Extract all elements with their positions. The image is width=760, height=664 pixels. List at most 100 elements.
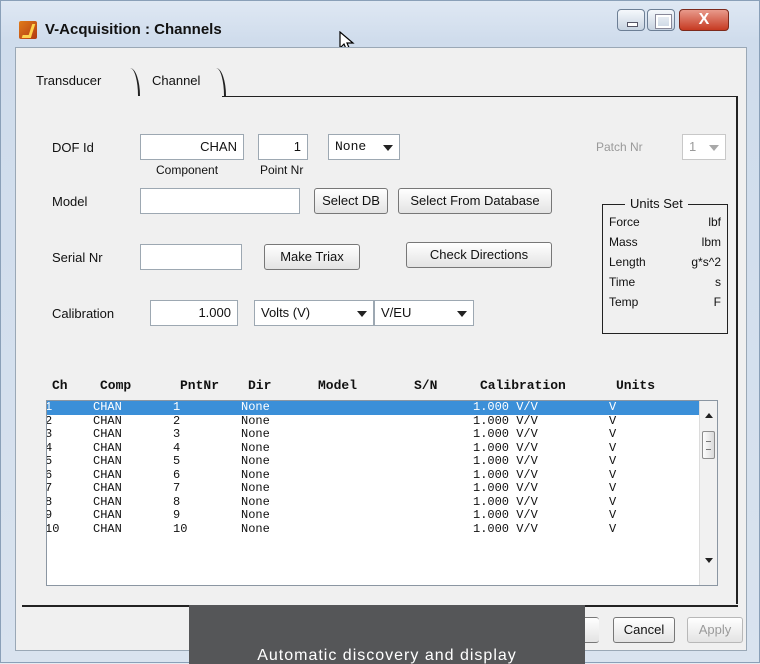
cell-pntnr: 1 bbox=[173, 400, 181, 414]
apply-button[interactable]: Apply bbox=[687, 617, 743, 643]
cancel-button[interactable]: Cancel bbox=[613, 617, 675, 643]
chevron-down-icon bbox=[709, 145, 719, 151]
volts-dropdown[interactable]: Volts (V) bbox=[254, 300, 374, 326]
cell-calibration: 1.000 V/V bbox=[473, 400, 538, 414]
cell-ch: 10 bbox=[46, 521, 60, 536]
units-row-temp: Temp F bbox=[609, 295, 721, 313]
table-row[interactable]: 8 CHAN 8 None 1.000 V/V V bbox=[47, 495, 717, 510]
cell-calibration: 1.000 V/V bbox=[473, 467, 538, 482]
calibration-field[interactable]: 1.000 bbox=[150, 300, 238, 326]
cell-pntnr: 9 bbox=[173, 508, 181, 522]
cell-dir: None bbox=[241, 413, 270, 428]
table-row[interactable]: 7 CHAN 7 None 1.000 V/V V bbox=[47, 482, 717, 496]
header-pntnr: PntNr bbox=[180, 378, 220, 393]
tab-panel-top-border bbox=[222, 96, 738, 97]
scroll-thumb[interactable] bbox=[702, 431, 715, 459]
unit-quantity: Time bbox=[609, 275, 636, 289]
cell-units: V bbox=[609, 454, 617, 468]
table-row[interactable]: 4 CHAN 4 None 1.000 V/V V bbox=[47, 440, 717, 456]
component-field[interactable]: CHAN bbox=[140, 134, 244, 160]
cell-dir: None bbox=[241, 467, 270, 482]
unit-quantity: Length bbox=[609, 255, 646, 269]
cell-dir: None bbox=[241, 481, 270, 495]
title-bar[interactable]: V-Acquisition : Channels X bbox=[1, 1, 760, 52]
cell-comp: CHAN bbox=[93, 481, 122, 495]
cell-calibration: 1.000 V/V bbox=[473, 481, 538, 495]
unit-quantity: Temp bbox=[609, 295, 639, 309]
direction-value: None bbox=[335, 139, 367, 154]
cell-units: V bbox=[609, 413, 617, 428]
cell-pntnr: 6 bbox=[173, 467, 181, 482]
chevron-down-icon bbox=[357, 311, 367, 317]
units-set-title: Units Set bbox=[625, 196, 688, 211]
table-row[interactable]: 9 CHAN 9 None 1.000 V/V V bbox=[47, 509, 717, 523]
unit-value: g*s^2 bbox=[691, 255, 721, 269]
window-title: V-Acquisition : Channels bbox=[45, 21, 222, 38]
header-sn: S/N bbox=[414, 378, 438, 393]
unit-quantity: Mass bbox=[609, 235, 638, 249]
header-model: Model bbox=[318, 378, 358, 393]
cell-ch: 9 bbox=[47, 509, 52, 522]
direction-dropdown[interactable]: None bbox=[328, 134, 400, 160]
header-dir: Dir bbox=[248, 378, 272, 393]
component-caption: Component bbox=[156, 163, 219, 177]
dof-id-label: DOF Id bbox=[52, 140, 94, 155]
cell-calibration: 1.000 V/V bbox=[473, 521, 538, 536]
cell-dir: None bbox=[241, 400, 270, 414]
check-directions-button[interactable]: Check Directions bbox=[406, 242, 552, 268]
select-db-button[interactable]: Select DB bbox=[314, 188, 388, 214]
veu-value: V/EU bbox=[381, 305, 412, 320]
maximize-button[interactable] bbox=[647, 9, 675, 31]
units-row-mass: Mass lbm bbox=[609, 235, 721, 253]
cell-pntnr: 5 bbox=[173, 454, 181, 468]
header-units: Units bbox=[616, 378, 656, 393]
channel-list[interactable]: 1 CHAN 1 None 1.000 V/V V 2 CHAN 2 None 1.000 V/V V… bbox=[46, 400, 718, 586]
table-row[interactable]: 6 CHAN 6 None 1.000 V/V V bbox=[47, 467, 717, 483]
cell-comp: CHAN bbox=[93, 440, 122, 455]
cell-calibration: 1.000 V/V bbox=[473, 454, 538, 468]
list-scrollbar[interactable] bbox=[699, 401, 717, 585]
close-button[interactable]: X bbox=[679, 9, 729, 31]
tab-channel[interactable]: Channel bbox=[144, 68, 226, 96]
serial-nr-field[interactable] bbox=[140, 244, 242, 270]
tab-panel-right-border bbox=[736, 96, 738, 604]
cell-units: V bbox=[609, 521, 617, 536]
cell-dir: None bbox=[241, 454, 270, 468]
cell-pntnr: 7 bbox=[173, 481, 181, 495]
table-row[interactable]: 5 CHAN 5 None 1.000 V/V V bbox=[47, 455, 717, 469]
cell-calibration: 1.000 V/V bbox=[473, 508, 538, 522]
cell-dir: None bbox=[241, 508, 270, 522]
cell-pntnr: 3 bbox=[173, 427, 181, 441]
serial-nr-label: Serial Nr bbox=[52, 250, 103, 265]
model-field[interactable] bbox=[140, 188, 300, 214]
cell-ch: 8 bbox=[47, 495, 52, 509]
unit-quantity: Force bbox=[609, 215, 640, 229]
make-triax-button[interactable]: Make Triax bbox=[264, 244, 360, 270]
patch-nr-dropdown[interactable]: 1 bbox=[682, 134, 726, 160]
channel-rows: 1 CHAN 1 None 1.000 V/V V 2 CHAN 2 None 1.000 V/V V… bbox=[47, 401, 717, 536]
veu-dropdown[interactable]: V/EU bbox=[374, 300, 474, 326]
table-row[interactable]: 3 CHAN 3 None 1.000 V/V V bbox=[47, 428, 717, 442]
tab-transducer[interactable]: Transducer bbox=[28, 68, 140, 96]
scroll-up-icon[interactable] bbox=[705, 413, 713, 418]
minimize-button[interactable] bbox=[617, 9, 645, 31]
table-row[interactable]: 1 CHAN 1 None 1.000 V/V V bbox=[47, 401, 717, 415]
table-row[interactable]: 2 CHAN 2 None 1.000 V/V V bbox=[47, 413, 717, 429]
patch-nr-label: Patch Nr bbox=[596, 140, 643, 154]
units-row-time: Time s bbox=[609, 275, 721, 293]
cell-ch: 2 bbox=[47, 414, 52, 428]
unit-value: lbm bbox=[701, 235, 721, 249]
cell-calibration: 1.000 V/V bbox=[473, 427, 538, 441]
cell-ch: 1 bbox=[47, 401, 52, 414]
chevron-down-icon bbox=[383, 145, 393, 151]
cell-comp: CHAN bbox=[93, 400, 122, 414]
calibration-label: Calibration bbox=[52, 306, 115, 321]
volts-value: Volts (V) bbox=[261, 305, 311, 320]
point-nr-field[interactable]: 1 bbox=[258, 134, 308, 160]
select-from-database-button[interactable]: Select From Database bbox=[398, 188, 552, 214]
cell-units: V bbox=[609, 440, 617, 455]
matlab-app-icon bbox=[19, 21, 37, 39]
scroll-down-icon[interactable] bbox=[705, 558, 713, 563]
cell-units: V bbox=[609, 400, 617, 414]
table-row[interactable]: 10 CHAN 10 None 1.000 V/V V bbox=[46, 521, 717, 537]
